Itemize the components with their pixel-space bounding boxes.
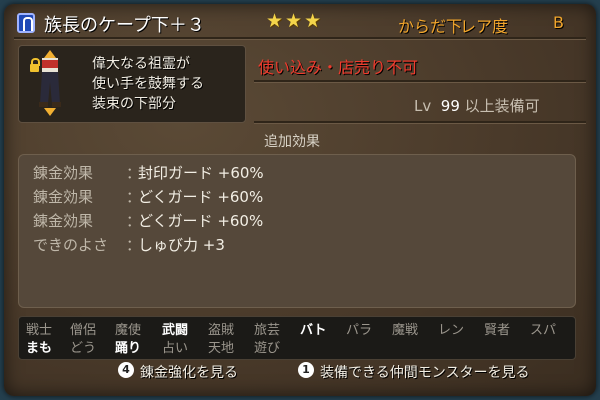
job-label: 占い <box>162 341 189 356</box>
level-divider <box>254 121 586 124</box>
description-line-3: 装束の下部分 <box>92 96 176 112</box>
description-line-1: 偉大なる祖霊が <box>92 56 190 72</box>
job-label: 天地 <box>208 341 235 356</box>
job-label-equippable: バト <box>300 323 327 338</box>
quality-stars: ★★★ <box>266 10 324 32</box>
arrow-up-icon[interactable] <box>44 50 56 58</box>
restriction-divider <box>254 80 586 83</box>
job-label-equippable: 踊り <box>115 341 142 356</box>
job-label: 旅芸 <box>254 323 281 338</box>
effect-label: 錬金効果 <box>33 164 94 182</box>
job-label: レン <box>438 323 465 338</box>
effects-header: 追加効果 <box>264 134 320 150</box>
garment-image <box>39 58 61 107</box>
job-label: 魔戦 <box>392 323 419 338</box>
view-alchemy-button[interactable]: 錬金強化を見る <box>140 362 238 382</box>
rarity-value: B <box>553 13 564 32</box>
effect-label: 錬金効果 <box>33 212 94 230</box>
job-label: どう <box>70 341 97 356</box>
title-divider <box>14 37 586 40</box>
level-suffix: 以上装備可 <box>464 97 540 115</box>
job-label: スパ <box>530 323 557 338</box>
job-label: 戦士 <box>26 323 53 338</box>
effect-label: できのよさ <box>33 236 109 254</box>
effect-value: しゅび力 +3 <box>138 236 225 254</box>
job-label: 遊び <box>254 341 281 356</box>
job-label: 僧侶 <box>70 323 97 338</box>
job-label: パラ <box>346 323 373 338</box>
item-name: 族長のケープ下＋３ <box>44 15 205 36</box>
description-line-2: 使い手を鼓舞する <box>92 76 204 92</box>
job-label-equippable: まも <box>26 341 53 356</box>
restriction-notice: 使い込み・店売り不可 <box>258 58 419 77</box>
effects-panel <box>18 154 576 308</box>
effect-value: 封印ガード +60% <box>138 164 264 182</box>
level-prefix: Lv <box>414 97 432 115</box>
effect-label: 錬金効果 <box>33 188 94 206</box>
level-value: 99 <box>440 97 460 115</box>
effect-value: どくガード +60% <box>138 212 264 230</box>
job-label: 賢者 <box>484 323 511 338</box>
rarity-label: レア度 <box>460 17 509 36</box>
equip-slot-category: からだ下 <box>398 17 463 36</box>
view-monster-companions-button[interactable]: 装備できる仲間モンスターを見る <box>320 362 529 382</box>
arrow-down-icon[interactable] <box>44 108 56 116</box>
cape-lower-garment-icon <box>17 13 35 33</box>
effect-value: どくガード +60% <box>138 188 264 206</box>
button-1-icon[interactable]: 1 <box>298 362 314 378</box>
level-requirement: Lv 99 以上装備可 <box>414 95 540 116</box>
job-label: 魔使 <box>115 323 142 338</box>
job-label-equippable: 武闘 <box>162 323 189 338</box>
button-4-icon[interactable]: 4 <box>118 362 134 378</box>
job-label: 盗賊 <box>208 323 235 338</box>
